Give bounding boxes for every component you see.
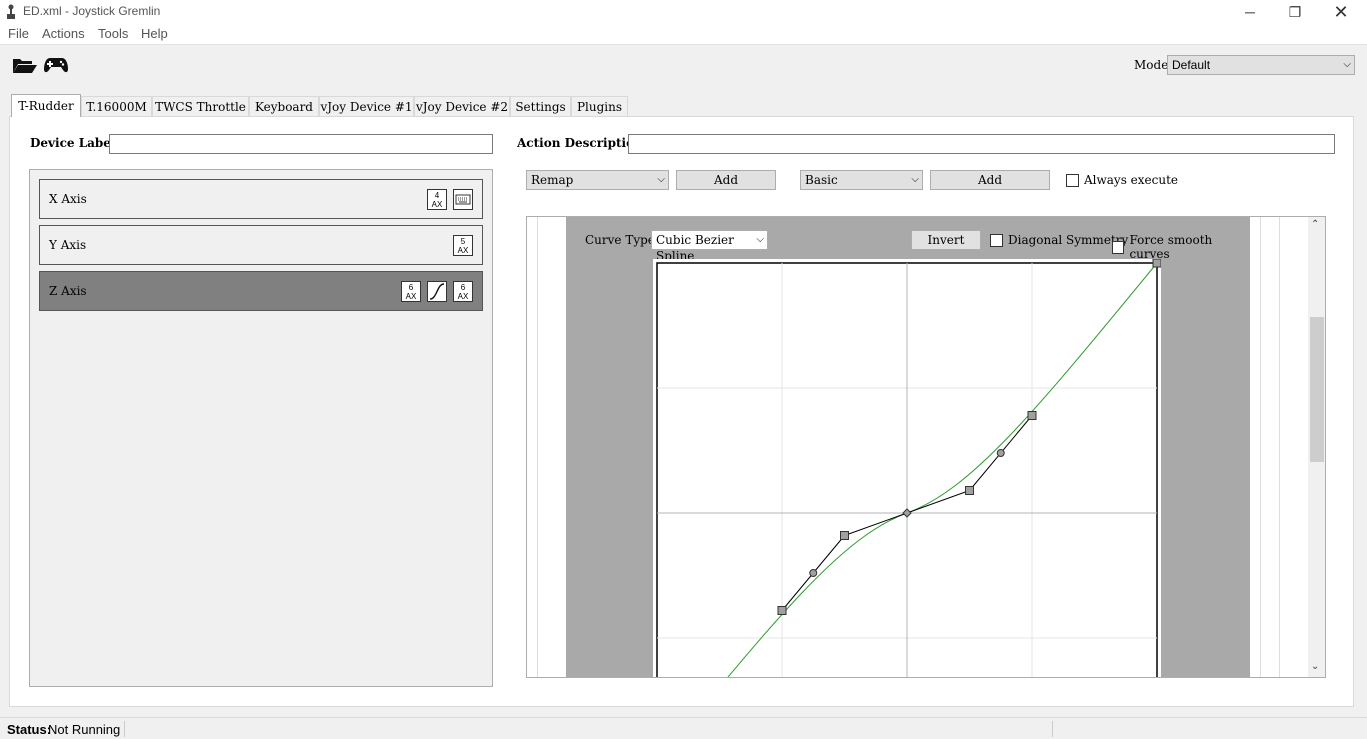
axis-item-y[interactable]: Y Axis 5 AX bbox=[39, 225, 483, 265]
response-curve-icon bbox=[427, 281, 447, 302]
axis-list: X Axis 4 AX Y Axis 5 AX Z Axis 6 AX 6 AX bbox=[29, 169, 493, 687]
badge-type: AX bbox=[457, 292, 469, 301]
action-description-input[interactable] bbox=[628, 134, 1335, 154]
action-type-value: Remap bbox=[531, 173, 574, 187]
axis-item-z[interactable]: Z Axis 6 AX 6 AX bbox=[39, 271, 483, 311]
toolbar: Mode Default ⌵ bbox=[0, 44, 1367, 88]
restore-icon[interactable]: ❐ bbox=[1272, 0, 1318, 24]
status-divider bbox=[1052, 721, 1053, 737]
force-smooth-checkbox[interactable] bbox=[1112, 240, 1125, 254]
panel-border bbox=[537, 217, 538, 677]
status-divider bbox=[124, 721, 125, 737]
badge-type: AX bbox=[405, 292, 417, 301]
container-type-select[interactable]: Basic ⌵ bbox=[800, 170, 923, 190]
badge-number: 5 bbox=[460, 237, 466, 246]
status-value: Not Running bbox=[48, 722, 121, 737]
chevron-down-icon: ⌵ bbox=[911, 174, 919, 185]
axis-badge-icon: 6 AX bbox=[401, 281, 421, 302]
open-folder-icon[interactable] bbox=[12, 55, 38, 75]
add-action-button[interactable]: Add bbox=[676, 170, 776, 190]
mode-select[interactable]: Default ⌵ bbox=[1167, 55, 1355, 75]
status-bar: Status: Not Running bbox=[0, 717, 1367, 739]
menu-bar: File Actions Tools Help bbox=[0, 24, 1367, 44]
curve-editor-area: Curve Type: Cubic Bezier Spline ⌵ Invert… bbox=[526, 216, 1326, 678]
force-smooth-label: Force smooth curves bbox=[1129, 233, 1213, 261]
scrollbar-thumb[interactable] bbox=[1310, 317, 1324, 462]
panel-border bbox=[1279, 217, 1280, 677]
menu-help[interactable]: Help bbox=[141, 26, 168, 41]
scroll-up-icon[interactable]: ⌃ bbox=[1311, 219, 1319, 230]
tab-twcs-throttle[interactable]: TWCS Throttle bbox=[152, 96, 249, 116]
menu-file[interactable]: File bbox=[8, 26, 29, 41]
chevron-down-icon: ⌵ bbox=[657, 174, 665, 185]
app-joystick-icon bbox=[7, 4, 15, 19]
always-execute-checkbox-row[interactable]: Always execute bbox=[1066, 173, 1178, 187]
tab-t-rudder[interactable]: T-Rudder bbox=[11, 94, 81, 117]
menu-actions[interactable]: Actions bbox=[42, 26, 85, 41]
badge-number: 6 bbox=[460, 283, 466, 292]
mode-value: Default bbox=[1172, 58, 1211, 72]
curve-handle-point[interactable] bbox=[809, 569, 818, 577]
status-label: Status: bbox=[7, 722, 52, 737]
container-type-value: Basic bbox=[805, 173, 838, 187]
force-smooth-row[interactable]: Force smooth curves bbox=[1112, 233, 1250, 261]
tab-plugins[interactable]: Plugins bbox=[571, 96, 628, 116]
curve-type-label: Curve Type: bbox=[585, 233, 659, 247]
curve-control-point[interactable] bbox=[840, 531, 849, 540]
always-execute-label: Always execute bbox=[1084, 173, 1179, 187]
tab-vjoy-device-1[interactable]: vJoy Device #1 bbox=[319, 96, 414, 116]
tab-settings[interactable]: Settings bbox=[510, 96, 571, 116]
chevron-down-icon: ⌵ bbox=[756, 234, 764, 245]
minimize-icon[interactable]: ─ bbox=[1227, 0, 1273, 24]
tab-t16000m[interactable]: T.16000M bbox=[81, 96, 152, 116]
chevron-down-icon: ⌵ bbox=[1343, 59, 1351, 70]
badge-type: AX bbox=[431, 200, 443, 209]
close-icon[interactable]: ✕ bbox=[1318, 0, 1364, 24]
badge-number: 6 bbox=[408, 283, 414, 292]
curve-control-point[interactable] bbox=[965, 486, 974, 495]
mode-label: Mode bbox=[1134, 58, 1169, 72]
vertical-scrollbar[interactable]: ⌃ ⌄ bbox=[1308, 217, 1325, 677]
diagonal-symmetry-checkbox[interactable] bbox=[990, 233, 1003, 247]
axis-item-x[interactable]: X Axis 4 AX bbox=[39, 179, 483, 219]
panel-border bbox=[1260, 217, 1261, 677]
scroll-down-icon[interactable]: ⌄ bbox=[1311, 661, 1319, 672]
add-container-button[interactable]: Add bbox=[930, 170, 1050, 190]
keyboard-icon bbox=[453, 189, 473, 210]
gamepad-icon[interactable] bbox=[44, 56, 68, 74]
title-bar: ED.xml - Joystick Gremlin ─ ❐ ✕ bbox=[0, 0, 1367, 24]
window-title: ED.xml - Joystick Gremlin bbox=[23, 4, 161, 18]
axis-label: Z Axis bbox=[49, 284, 87, 298]
axis-badge-icon: 5 AX bbox=[453, 235, 473, 256]
tab-vjoy-device-2[interactable]: vJoy Device #2 bbox=[414, 96, 510, 116]
badge-type: AX bbox=[457, 246, 469, 255]
curve-editor-panel: Curve Type: Cubic Bezier Spline ⌵ Invert… bbox=[566, 217, 1250, 678]
axis-label: X Axis bbox=[49, 192, 87, 206]
axis-label: Y Axis bbox=[49, 238, 87, 252]
curve-handle-point[interactable] bbox=[996, 449, 1005, 457]
curve-control-point[interactable] bbox=[1152, 259, 1161, 268]
axis-badge-icon: 6 AX bbox=[453, 281, 473, 302]
diagonal-symmetry-row[interactable]: Diagonal Symmetry bbox=[990, 233, 1128, 247]
curve-control-point[interactable] bbox=[1027, 411, 1037, 420]
device-label-input[interactable] bbox=[109, 134, 493, 154]
curve-type-select[interactable]: Cubic Bezier Spline ⌵ bbox=[651, 230, 768, 263]
badge-number: 4 bbox=[434, 191, 440, 200]
invert-button[interactable]: Invert bbox=[911, 230, 981, 250]
always-execute-checkbox[interactable] bbox=[1066, 173, 1079, 187]
tab-keyboard[interactable]: Keyboard bbox=[249, 96, 319, 116]
axis-badge-icon: 4 AX bbox=[427, 189, 447, 210]
response-curve-plot[interactable] bbox=[653, 259, 1161, 678]
device-label-caption: Device Label bbox=[30, 136, 116, 150]
action-type-select[interactable]: Remap ⌵ bbox=[526, 170, 669, 190]
menu-tools[interactable]: Tools bbox=[98, 26, 128, 41]
diagonal-symmetry-label: Diagonal Symmetry bbox=[1008, 233, 1129, 247]
action-description-caption: Action Description bbox=[517, 136, 643, 150]
curve-control-point[interactable] bbox=[777, 606, 787, 615]
